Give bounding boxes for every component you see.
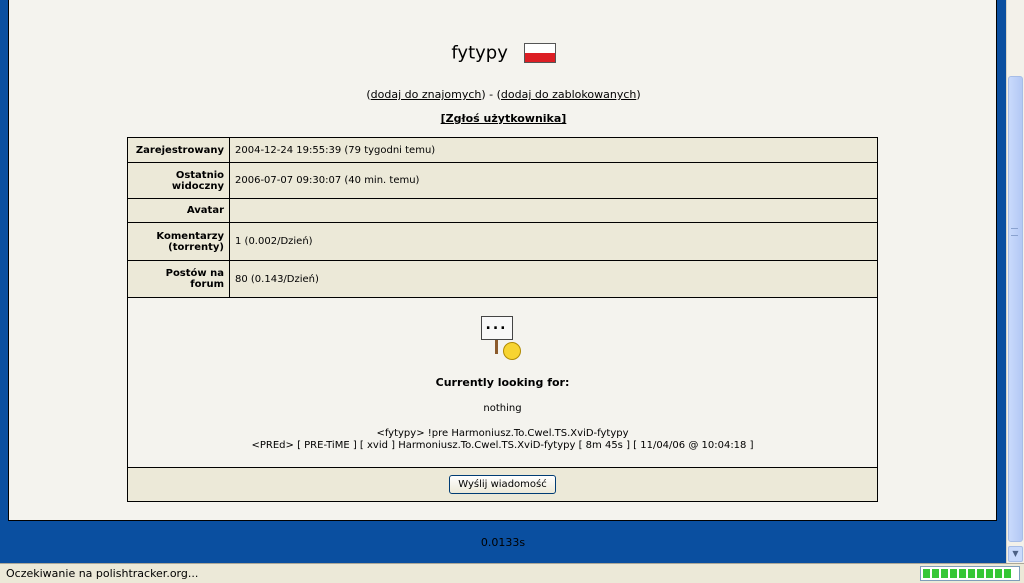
row-value: 1 (0.002/Dzień) bbox=[229, 222, 878, 261]
row-label: Zarejestrowany bbox=[127, 137, 230, 163]
username: fytypy bbox=[451, 42, 508, 64]
row-label: Postów na forum bbox=[127, 260, 230, 298]
scroll-down-arrow-icon[interactable]: ▼ bbox=[1008, 546, 1023, 562]
table-row: Postów na forum 80 (0.143/Dzień) bbox=[127, 260, 878, 298]
smiley-face-icon bbox=[502, 341, 521, 360]
signature-text: <fytypy> !pre Harmoniusz.To.Cwel.TS.XviD… bbox=[133, 428, 872, 452]
row-value: 80 (0.143/Dzień) bbox=[229, 260, 878, 298]
progress-block bbox=[959, 569, 966, 578]
progress-block bbox=[950, 569, 957, 578]
row-label: Avatar bbox=[127, 198, 230, 223]
progress-block bbox=[986, 569, 993, 578]
status-text: Oczekiwanie na polishtracker.org... bbox=[6, 567, 199, 580]
looking-for-value: nothing bbox=[483, 402, 522, 414]
report-row: [Zgłoś użytkownika] bbox=[9, 112, 998, 125]
relationship-links: (dodaj do znajomych) - (dodaj do zabloko… bbox=[9, 88, 998, 101]
link-separator: - bbox=[485, 88, 497, 101]
profile-title: fytypy bbox=[9, 42, 998, 64]
loading-progress-bar bbox=[920, 566, 1020, 581]
progress-block bbox=[923, 569, 930, 578]
table-row: Komentarzy (torrenty) 1 (0.002/Dzień) bbox=[127, 222, 878, 261]
render-time: 0.0133s bbox=[480, 536, 526, 549]
avatar bbox=[229, 198, 878, 223]
scrollbar-thumb[interactable] bbox=[1008, 76, 1023, 542]
row-label: Komentarzy (torrenty) bbox=[127, 222, 230, 261]
browser-viewport: fytypy (dodaj do znajomych) - (dodaj do … bbox=[0, 0, 1006, 563]
poland-flag-icon bbox=[523, 43, 556, 63]
table-row: Ostatnio widoczny 2006-07-07 09:30:07 (4… bbox=[127, 162, 878, 199]
progress-block bbox=[941, 569, 948, 578]
add-friend-link[interactable]: dodaj do znajomych bbox=[371, 88, 482, 101]
progress-block bbox=[1004, 569, 1011, 578]
user-info-table: Zarejestrowany 2004-12-24 19:55:39 (79 t… bbox=[127, 137, 878, 502]
signature-row: ... Currently looking for: nothing <fyty… bbox=[127, 297, 878, 468]
signature-line: <PREd> [ PRE-TiME ] [ xvid ] Harmoniusz.… bbox=[251, 439, 754, 451]
row-value: 2004-12-24 19:55:39 (79 tygodni temu) bbox=[229, 137, 878, 163]
add-blocked-link[interactable]: dodaj do zablokowanych bbox=[501, 88, 636, 101]
progress-block bbox=[932, 569, 939, 578]
table-row: Zarejestrowany 2004-12-24 19:55:39 (79 t… bbox=[127, 137, 878, 163]
button-cell: Wyślij wiadomość bbox=[127, 467, 878, 502]
progress-block bbox=[977, 569, 984, 578]
vertical-scrollbar[interactable]: ▼ bbox=[1006, 0, 1024, 563]
button-row: Wyślij wiadomość bbox=[127, 467, 878, 502]
status-bar: Oczekiwanie na polishtracker.org... bbox=[0, 563, 1024, 583]
progress-block bbox=[968, 569, 975, 578]
report-user-link[interactable]: [Zgłoś użytkownika] bbox=[441, 112, 567, 125]
sign-pole bbox=[494, 339, 498, 354]
signature-cell: ... Currently looking for: nothing <fyty… bbox=[127, 297, 878, 468]
row-label: Ostatnio widoczny bbox=[127, 162, 230, 199]
profile-panel: fytypy (dodaj do znajomych) - (dodaj do … bbox=[8, 0, 997, 521]
row-value: 2006-07-07 09:30:07 (40 min. temu) bbox=[229, 162, 878, 199]
table-row: Avatar bbox=[127, 198, 878, 223]
progress-block bbox=[995, 569, 1002, 578]
sign-smiley-icon: ... bbox=[479, 314, 527, 362]
scrollbar-grip-icon bbox=[1011, 228, 1018, 236]
looking-for-title: Currently looking for: bbox=[435, 375, 570, 389]
paren-close: ) bbox=[636, 88, 641, 101]
sign-board: ... bbox=[480, 315, 513, 340]
signature-line: <fytypy> !pre Harmoniusz.To.Cwel.TS.XviD… bbox=[376, 427, 629, 439]
send-message-button[interactable]: Wyślij wiadomość bbox=[449, 475, 556, 494]
